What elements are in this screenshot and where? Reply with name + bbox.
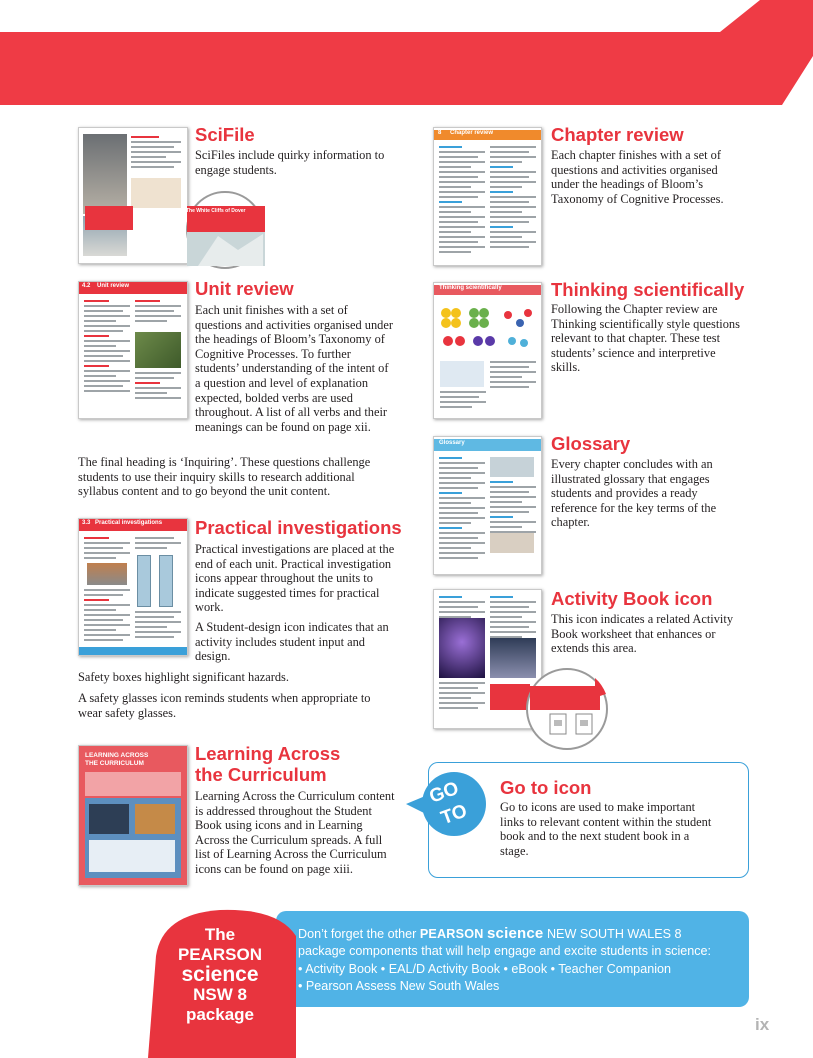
learning-thumb-title-1: LEARNING ACROSS — [85, 752, 149, 759]
package-line-2: PEARSON — [177, 945, 263, 964]
learning-heading-2: the Curriculum — [195, 764, 327, 785]
unit-review-thumb-title: Unit review — [97, 283, 130, 289]
practical-body-2: A Student-design icon indicates that an … — [195, 620, 389, 664]
practical-body-3: Safety boxes highlight significant hazar… — [78, 670, 289, 684]
scifile-thumbnail — [78, 127, 188, 264]
thinking-heading: Thinking scientifically — [551, 279, 745, 300]
package-bar-line1-post: NEW SOUTH WALES 8 — [546, 927, 682, 941]
thinking-thumb-title: Thinking scientifically — [439, 285, 502, 291]
practical-body-1: Practical investigations are placed at t… — [195, 542, 395, 615]
package-bar-line1-pre: Don’t forget the other — [298, 927, 417, 941]
glossary-body: Every chapter concludes with an illustra… — [551, 457, 717, 530]
learning-body: Learning Across the Curriculum content i… — [195, 789, 395, 876]
practical-heading: Practical investigations — [195, 517, 402, 538]
package-badge-text: The PEARSON science NSW 8 package — [170, 925, 270, 1025]
package-line-4: NSW 8 — [193, 985, 247, 1004]
package-bar-line2: package components that will help engage… — [298, 944, 712, 959]
page-number: ix — [755, 1015, 770, 1034]
glossary-heading: Glossary — [551, 433, 631, 454]
goto-body: Go to icons are used to make important l… — [500, 800, 712, 858]
unit-review-body: Each unit finishes with a set of questio… — [195, 303, 393, 434]
top-banner — [0, 0, 813, 105]
goto-heading: Go to icon — [500, 777, 592, 798]
learning-thumb-title-2: THE CURRICULUM — [85, 760, 144, 767]
practical-body-4: A safety glasses icon reminds students w… — [78, 691, 371, 720]
unit-review-thumb-number: 4.2 — [82, 283, 91, 289]
glossary-thumb-title: Glossary — [439, 440, 465, 446]
package-line-3: science — [181, 963, 259, 986]
chapter-review-thumbnail: 8 Chapter review — [433, 127, 542, 266]
thinking-thumbnail: Thinking scientifically — [433, 282, 542, 419]
goto-icon: GO TO — [406, 772, 486, 836]
glossary-thumbnail: Glossary — [433, 436, 542, 575]
package-bar-assess: • Pearson Assess New South Wales — [298, 979, 500, 994]
practical-thumb-number: 3.3 — [82, 520, 91, 526]
chapter-review-thumb-number: 8 — [438, 130, 442, 136]
activity-book-heading: Activity Book icon — [551, 588, 713, 609]
package-line-5: package — [185, 1005, 255, 1024]
thinking-body: Following the Chapter review are Thinkin… — [551, 302, 740, 375]
practical-thumbnail: 3.3 Practical investigations — [78, 518, 188, 656]
package-bar-line1: Don’t forget the other PEARSON science N… — [298, 925, 748, 943]
package-line-1: The — [204, 925, 236, 944]
scifile-body: SciFiles include quirky information to e… — [195, 148, 385, 177]
scifile-callout-text: The White Cliffs of Dover — [186, 208, 246, 214]
learning-heading-1: Learning Across — [195, 743, 341, 764]
package-bar-brand-pearson: PEARSON — [419, 927, 484, 941]
practical-thumb-title: Practical investigations — [95, 520, 163, 526]
unit-review-thumbnail: 4.2 Unit review — [78, 281, 188, 419]
package-bar: Don’t forget the other PEARSON science N… — [276, 911, 749, 1007]
scifile-magnifier — [186, 191, 265, 269]
learning-thumbnail: LEARNING ACROSS THE CURRICULUM — [78, 745, 188, 886]
package-bar-components: • Activity Book • EAL/D Activity Book • … — [298, 961, 672, 976]
activity-book-body: This icon indicates a related Activity B… — [551, 612, 734, 656]
chapter-review-thumb-title: Chapter review — [450, 130, 494, 136]
chapter-review-body: Each chapter finishes with a set of ques… — [551, 148, 724, 206]
package-bar-brand-science: science — [487, 925, 544, 942]
scifile-heading: SciFile — [195, 124, 255, 145]
unit-review-inquiring: The final heading is ‘Inquiring’. These … — [78, 455, 371, 499]
unit-review-heading: Unit review — [195, 278, 294, 299]
activity-book-magnifier — [526, 668, 608, 750]
chapter-review-heading: Chapter review — [551, 124, 684, 145]
